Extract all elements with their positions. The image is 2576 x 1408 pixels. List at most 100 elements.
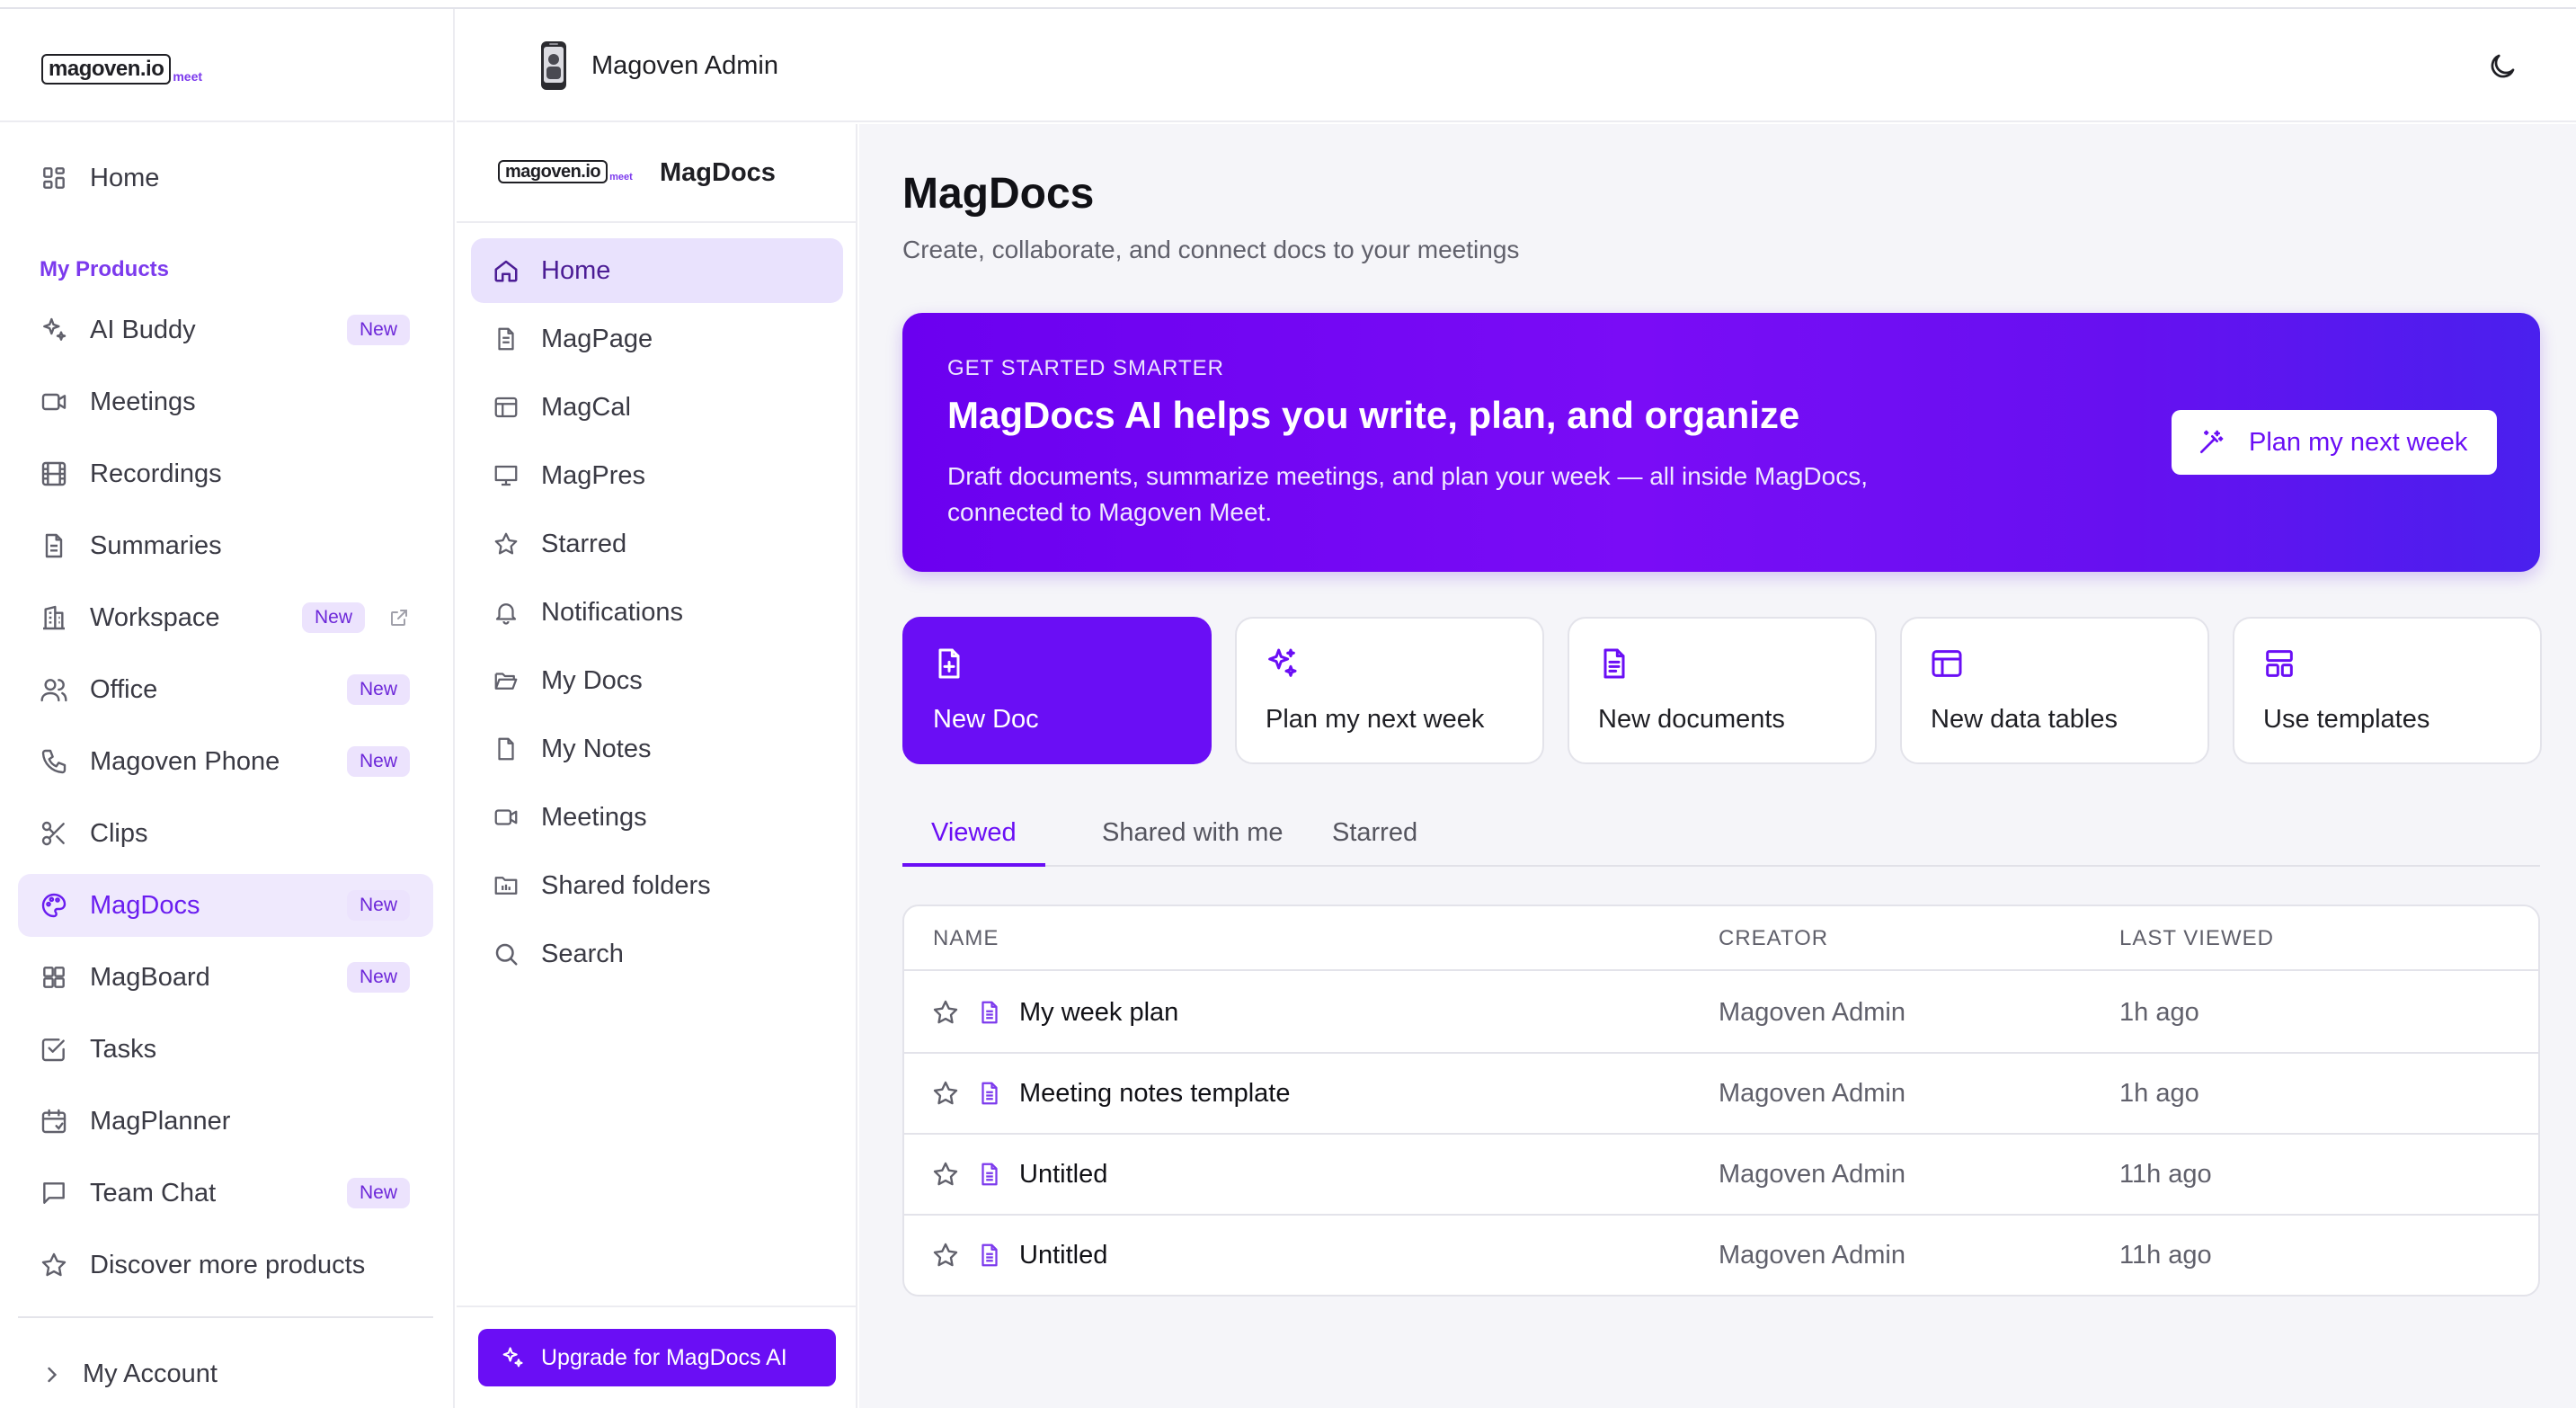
magoven-logo[interactable]: magoven.io meet — [41, 49, 202, 85]
column-header-last-viewed[interactable]: LAST VIEWED — [2119, 926, 2274, 951]
plan-next-week-card[interactable]: Plan my next week — [1235, 617, 1544, 764]
sidebar-item-workspace[interactable]: Workspace New — [18, 586, 433, 649]
ai-promo-banner: GET STARTED SMARTER MagDocs AI helps you… — [902, 313, 2540, 572]
sidebar-item-label: Team Chat — [90, 1178, 217, 1207]
tab-starred[interactable]: Starred — [1303, 811, 1446, 867]
tab-shared-with-me[interactable]: Shared with me — [1073, 811, 1312, 867]
docs-nav-magpage[interactable]: MagPage — [471, 307, 843, 371]
sidebar-item-magoven-phone[interactable]: Magoven Phone New — [18, 730, 433, 793]
table-row[interactable]: Meeting notes template Magoven Admin 1h … — [904, 1054, 2538, 1135]
sidebar-logo-row: magoven.io meet — [0, 9, 455, 122]
docs-nav-label: My Docs — [541, 665, 643, 695]
new-badge: New — [346, 746, 410, 777]
sidebar-item-magboard[interactable]: MagBoard New — [18, 946, 433, 1009]
docs-nav-my-docs[interactable]: My Docs — [471, 648, 843, 713]
docs-nav-my-notes[interactable]: My Notes — [471, 717, 843, 781]
doc-creator: Magoven Admin — [1719, 998, 1905, 1027]
card-label: New Doc — [933, 705, 1039, 734]
table-row[interactable]: My week plan Magoven Admin 1h ago — [904, 973, 2538, 1054]
docs-nav-shared-folders[interactable]: Shared folders — [471, 853, 843, 918]
table-icon — [1932, 650, 1962, 677]
magdocs-header: magoven.io meet MagDocs — [457, 124, 857, 223]
users-icon — [40, 679, 67, 702]
section-title-my-products: My Products — [40, 257, 170, 281]
sidebar-item-magdocs[interactable]: MagDocs New — [18, 874, 433, 937]
external-link-icon[interactable] — [388, 607, 410, 628]
sidebar-item-tasks[interactable]: Tasks — [18, 1018, 433, 1081]
star-icon[interactable] — [931, 998, 960, 1027]
star-icon[interactable] — [931, 1079, 960, 1108]
document-icon — [45, 533, 63, 558]
doc-creator: Magoven Admin — [1719, 1160, 1905, 1189]
docs-nav-home[interactable]: Home — [471, 238, 843, 303]
column-header-creator[interactable]: CREATOR — [1719, 926, 1828, 951]
video-icon — [494, 809, 518, 825]
moon-icon[interactable] — [2486, 50, 2518, 83]
sidebar-item-ai-buddy[interactable]: AI Buddy New — [18, 299, 433, 361]
table-header: NAME CREATOR LAST VIEWED — [904, 906, 2538, 971]
sidebar-item-summaries[interactable]: Summaries — [18, 514, 433, 577]
new-documents-card[interactable]: New documents — [1568, 617, 1877, 764]
user-profile[interactable]: Magoven Admin — [534, 38, 778, 94]
use-templates-card[interactable]: Use templates — [2233, 617, 2542, 764]
docs-nav-notifications[interactable]: Notifications — [471, 580, 843, 645]
sparkles-icon — [502, 1347, 523, 1368]
file-icon — [498, 737, 514, 761]
banner-kicker: GET STARTED SMARTER — [947, 356, 1224, 380]
docs-nav-magcal[interactable]: MagCal — [471, 375, 843, 440]
sidebar-item-team-chat[interactable]: Team Chat New — [18, 1162, 433, 1225]
new-data-tables-card[interactable]: New data tables — [1900, 617, 2209, 764]
building-icon — [43, 605, 65, 630]
column-header-name[interactable]: NAME — [933, 926, 999, 951]
sidebar-item-label: Workspace — [90, 602, 220, 632]
sidebar-item-recordings[interactable]: Recordings — [18, 442, 433, 505]
my-account-toggle[interactable]: My Account — [40, 1359, 218, 1389]
table-row[interactable]: Untitled Magoven Admin 11h ago — [904, 1216, 2538, 1295]
sidebar-item-home[interactable]: Home — [18, 147, 433, 209]
docs-nav-label: Home — [541, 255, 611, 285]
top-header: Magoven Admin — [457, 9, 2576, 122]
doc-name[interactable]: Untitled — [1019, 1160, 1107, 1190]
doc-last-viewed: 11h ago — [2119, 1241, 2212, 1270]
docs-nav-label: Shared folders — [541, 870, 711, 900]
docs-nav-label: My Notes — [541, 734, 652, 763]
tab-viewed[interactable]: Viewed — [902, 811, 1045, 867]
star-icon[interactable] — [931, 1160, 960, 1189]
logo-wordmark: magoven.io — [41, 54, 172, 85]
new-badge: New — [346, 674, 410, 705]
film-icon — [41, 461, 67, 486]
doc-name[interactable]: Untitled — [1019, 1241, 1107, 1270]
magoven-logo-small: magoven.io meet — [498, 160, 633, 183]
docs-nav-label: MagPage — [541, 324, 653, 353]
sidebar-item-clips[interactable]: Clips — [18, 802, 433, 865]
doc-last-viewed: 11h ago — [2119, 1160, 2212, 1189]
upgrade-button[interactable]: Upgrade for MagDocs AI — [478, 1329, 836, 1386]
file-plus-icon — [938, 648, 960, 679]
plan-next-week-label: Plan my next week — [2249, 427, 2468, 457]
sidebar-item-label: Home — [90, 163, 160, 192]
sidebar-item-label: Tasks — [90, 1034, 157, 1064]
doc-name[interactable]: Meeting notes template — [1019, 1079, 1290, 1109]
checkbox-icon — [41, 1038, 65, 1062]
search-icon — [495, 943, 518, 966]
new-doc-card[interactable]: New Doc — [902, 617, 1212, 764]
star-icon[interactable] — [931, 1241, 960, 1270]
new-badge: New — [346, 890, 410, 921]
sparkles-icon — [1268, 648, 1297, 677]
docs-nav-starred[interactable]: Starred — [471, 512, 843, 576]
sidebar-item-label: Clips — [90, 818, 148, 848]
sidebar-item-magplanner[interactable]: MagPlanner — [18, 1090, 433, 1153]
table-row[interactable]: Untitled Magoven Admin 11h ago — [904, 1135, 2538, 1216]
shared-folder-icon — [494, 877, 518, 895]
docs-nav-search[interactable]: Search — [471, 922, 843, 986]
doc-last-viewed: 1h ago — [2119, 998, 2199, 1027]
card-label: New data tables — [1931, 705, 2118, 734]
sidebar-item-meetings[interactable]: Meetings — [18, 370, 433, 433]
docs-nav-magpres[interactable]: MagPres — [471, 443, 843, 508]
doc-creator: Magoven Admin — [1719, 1079, 1905, 1108]
doc-name[interactable]: My week plan — [1019, 998, 1178, 1028]
sidebar-item-discover-more-products[interactable]: Discover more products — [18, 1234, 433, 1297]
sidebar-item-office[interactable]: Office New — [18, 658, 433, 721]
docs-nav-meetings[interactable]: Meetings — [471, 785, 843, 850]
plan-next-week-button[interactable]: Plan my next week — [2172, 410, 2497, 475]
